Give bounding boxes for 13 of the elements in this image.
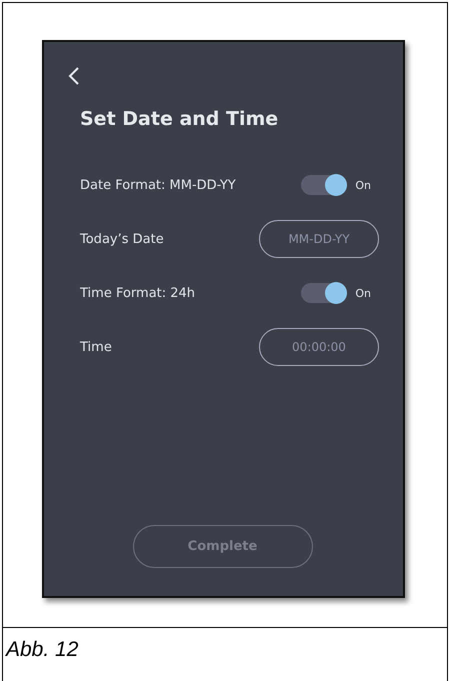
back-icon[interactable] — [68, 66, 80, 86]
toggle-switch[interactable] — [301, 283, 348, 303]
setting-label: Time — [80, 340, 112, 354]
figure-caption: Abb. 12 — [4, 637, 80, 662]
setting-label: Time Format: 24h — [80, 286, 196, 300]
screen-title: Set Date and Time — [80, 108, 280, 130]
setting-label: Today’s Date — [80, 232, 164, 246]
input-field[interactable]: MM-DD-YY — [259, 220, 379, 258]
toggle-state-label: On — [355, 286, 371, 300]
input-field[interactable]: 00:00:00 — [259, 328, 379, 366]
setting-label: Date Format: MM-DD-YY — [80, 178, 236, 192]
toggle-state-label: On — [355, 178, 371, 192]
toggle-switch[interactable] — [301, 175, 348, 195]
